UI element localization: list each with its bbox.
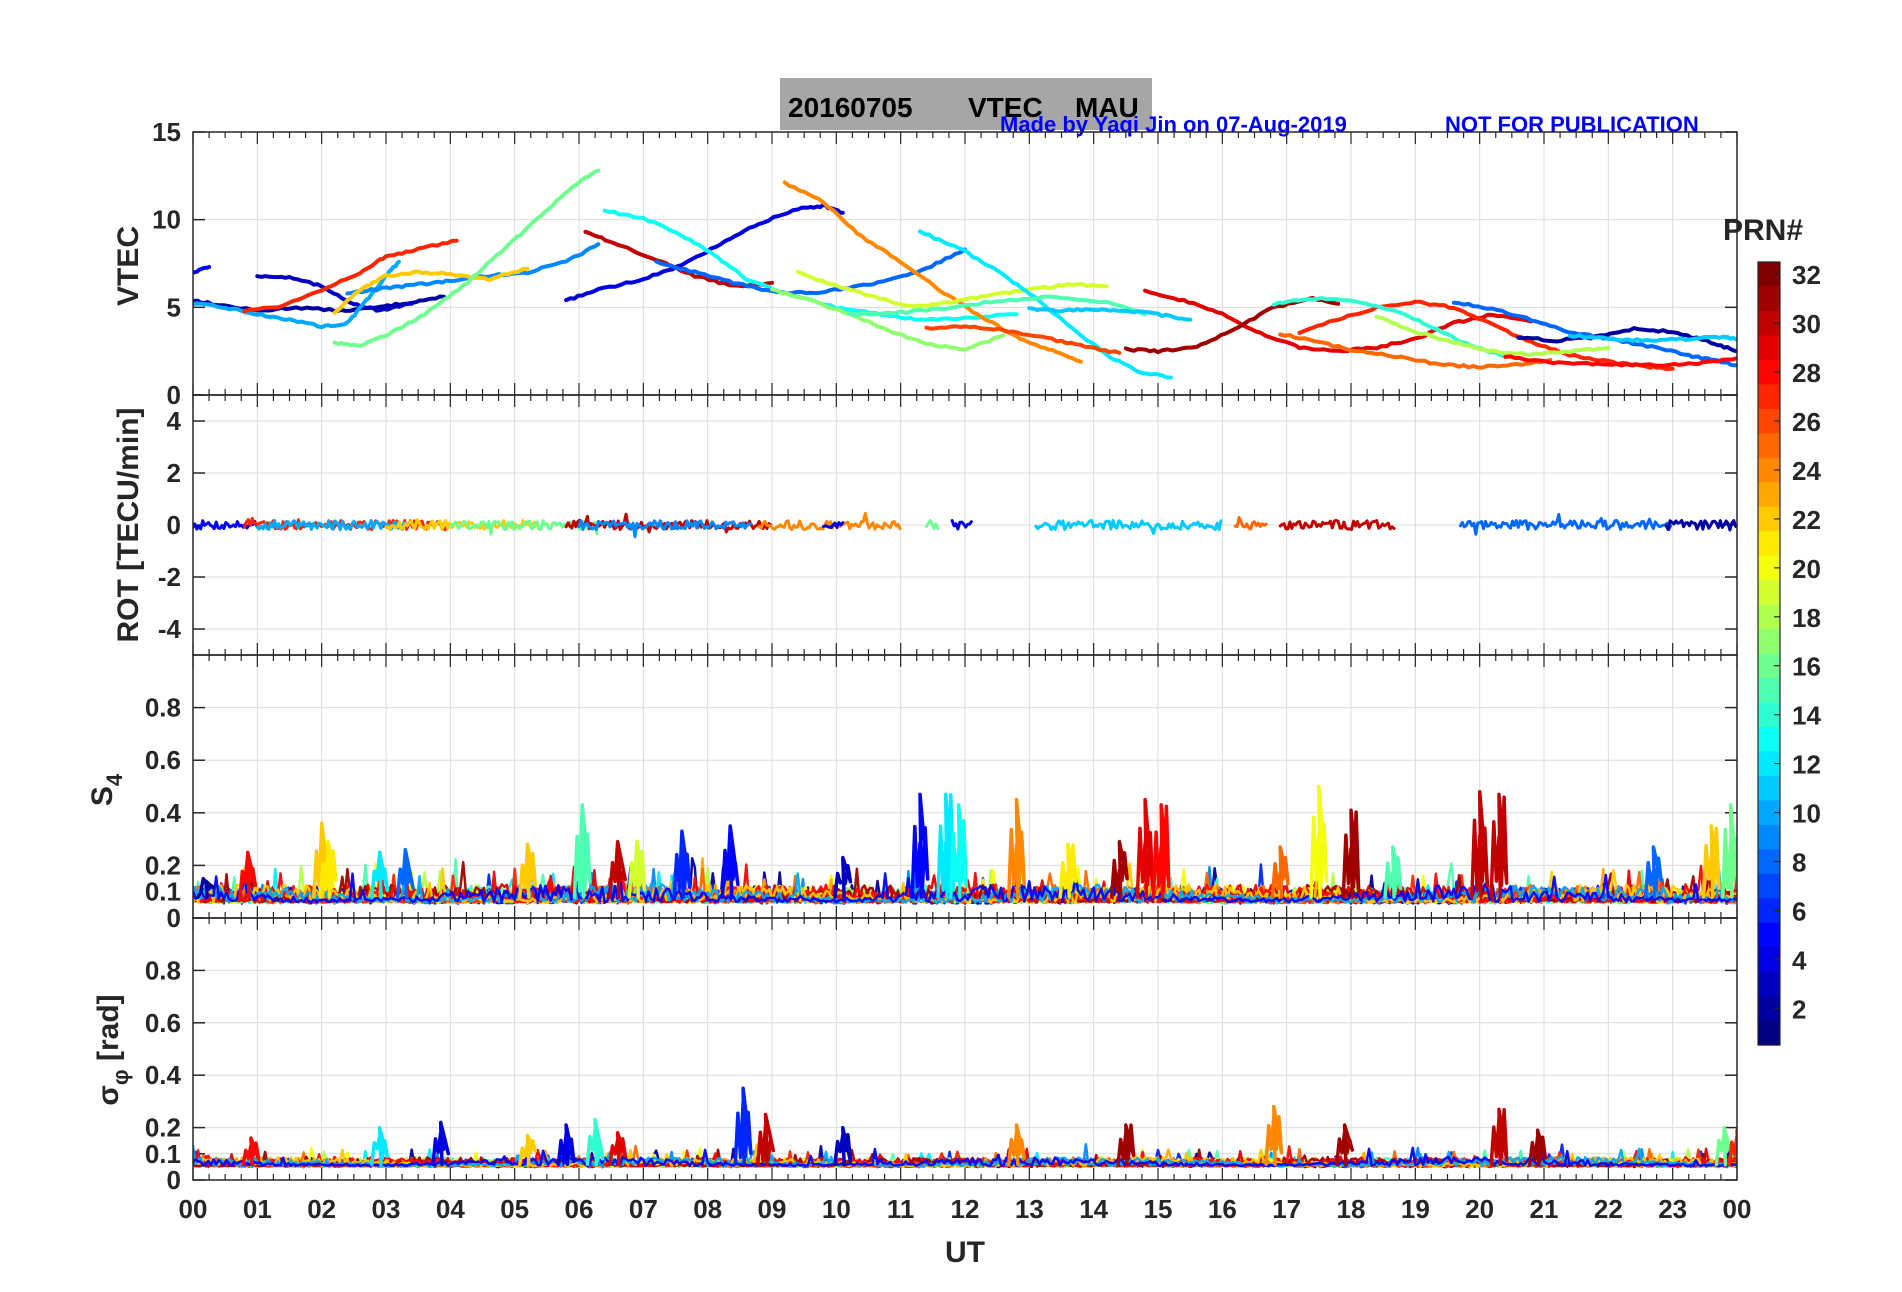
- y-tick-label: -2: [158, 562, 181, 592]
- vtec-ylabel: VTEC: [112, 226, 145, 306]
- sigma-ylabel-suffix: [rad]: [92, 994, 125, 1069]
- y-tick-label: 0.1: [145, 877, 181, 907]
- x-tick-label: 17: [1272, 1194, 1301, 1224]
- colorbar-tick-label: 2: [1792, 994, 1806, 1024]
- colorbar-tick-label: 10: [1792, 799, 1821, 829]
- x-tick-label: 00: [1723, 1194, 1752, 1224]
- colorbar-label: PRN#: [1723, 214, 1803, 247]
- y-tick-label: 0.6: [145, 1008, 181, 1038]
- y-tick-label: 0.2: [145, 1113, 181, 1143]
- x-tick-label: 00: [179, 1194, 208, 1224]
- x-tick-label: 09: [758, 1194, 787, 1224]
- x-tick-label: 01: [243, 1194, 272, 1224]
- colorbar-swatch-17: [1758, 629, 1780, 655]
- y-tick-label: 0.8: [145, 693, 181, 723]
- credit-made-by: Made by Yaqi Jin on 07-Aug-2019: [1000, 112, 1347, 137]
- colorbar-tick-label: 14: [1792, 701, 1821, 731]
- x-tick-label: 02: [307, 1194, 336, 1224]
- x-tick-label: 16: [1208, 1194, 1237, 1224]
- colorbar-tick-label: 8: [1792, 847, 1806, 877]
- x-tick-label: 08: [693, 1194, 722, 1224]
- colorbar-swatch-9: [1758, 824, 1780, 850]
- title-date: 20160705: [788, 92, 913, 123]
- colorbar-swatch-27: [1758, 384, 1780, 410]
- colorbar-swatch-29: [1758, 335, 1780, 361]
- sigma-ylabel-main: σ: [92, 1085, 125, 1106]
- colorbar-swatch-5: [1758, 922, 1780, 948]
- x-tick-label: 11: [887, 1194, 915, 1224]
- x-tick-label: 18: [1337, 1194, 1366, 1224]
- x-tick-label: 20: [1465, 1194, 1494, 1224]
- figure: 20160705 VTEC MAU Made by Yaqi Jin on 07…: [0, 0, 1902, 1292]
- colorbar-tick-label: 22: [1792, 505, 1821, 535]
- x-tick-label: 22: [1594, 1194, 1623, 1224]
- y-tick-label: 2: [167, 458, 181, 488]
- colorbar-swatch-15: [1758, 677, 1780, 704]
- colorbar-tick-label: 20: [1792, 554, 1821, 584]
- x-tick-label: 10: [822, 1194, 851, 1224]
- colorbar-tick-label: 26: [1792, 407, 1821, 437]
- y-tick-label: 0: [167, 903, 181, 933]
- colorbar-swatch-3: [1758, 971, 1780, 997]
- s4-ylabel-main: S: [86, 786, 119, 806]
- x-tick-label: 05: [500, 1194, 529, 1224]
- y-tick-label: 0.6: [145, 745, 181, 775]
- x-tick-label: 04: [436, 1194, 465, 1224]
- colorbar-tick-label: 24: [1792, 456, 1821, 486]
- y-tick-label: 0.4: [145, 798, 182, 828]
- y-tick-label: 4: [167, 406, 182, 436]
- x-tick-label: 13: [1015, 1194, 1044, 1224]
- y-tick-label: 5: [167, 292, 181, 322]
- x-tick-label: 15: [1144, 1194, 1173, 1224]
- y-tick-label: 0: [167, 1165, 181, 1195]
- x-tick-label: 03: [372, 1194, 401, 1224]
- y-tick-label: 0.8: [145, 955, 181, 985]
- y-tick-label: 0: [167, 510, 181, 540]
- x-tick-label: 12: [951, 1194, 980, 1224]
- x-tick-label: 21: [1530, 1194, 1559, 1224]
- y-tick-label: 10: [152, 205, 181, 235]
- colorbar-swatch-21: [1758, 531, 1780, 557]
- colorbar-swatch-31: [1758, 286, 1780, 312]
- colorbar-tick-label: 4: [1792, 945, 1807, 975]
- colorbar-swatch-7: [1758, 873, 1780, 899]
- y-tick-label: 15: [152, 117, 181, 147]
- colorbar-swatch-19: [1758, 580, 1780, 606]
- y-tick-label: -4: [158, 614, 182, 644]
- x-tick-label: 07: [629, 1194, 658, 1224]
- colorbar-swatch-13: [1758, 726, 1780, 752]
- colorbar-tick-label: 30: [1792, 309, 1821, 339]
- credit-notice: NOT FOR PUBLICATION: [1445, 112, 1699, 137]
- colorbar-tick-label: 32: [1792, 260, 1821, 290]
- colorbar-tick-label: 12: [1792, 750, 1821, 780]
- x-tick-label: 06: [565, 1194, 594, 1224]
- s4-ylabel-sub: 4: [102, 773, 127, 786]
- x-tick-label: 19: [1401, 1194, 1430, 1224]
- rot-ylabel: ROT [TECU/min]: [112, 408, 145, 643]
- y-tick-label: 0.2: [145, 850, 181, 880]
- x-axis-label: UT: [945, 1236, 985, 1269]
- colorbar-tick-label: 18: [1792, 603, 1821, 633]
- colorbar-tick-label: 6: [1792, 896, 1806, 926]
- colorbar-swatch-23: [1758, 482, 1780, 508]
- colorbar-tick-label: 16: [1792, 652, 1821, 682]
- colorbar-tick-label: 28: [1792, 358, 1821, 388]
- x-tick-label: 23: [1658, 1194, 1687, 1224]
- sigma-ylabel-sub: φ: [108, 1069, 133, 1085]
- y-tick-label: 0.4: [145, 1060, 182, 1090]
- y-tick-label: 0.1: [145, 1139, 181, 1169]
- colorbar-swatch-11: [1758, 775, 1780, 801]
- x-tick-label: 14: [1079, 1194, 1108, 1224]
- colorbar-swatch-25: [1758, 433, 1780, 459]
- colorbar-swatch-1: [1758, 1020, 1780, 1046]
